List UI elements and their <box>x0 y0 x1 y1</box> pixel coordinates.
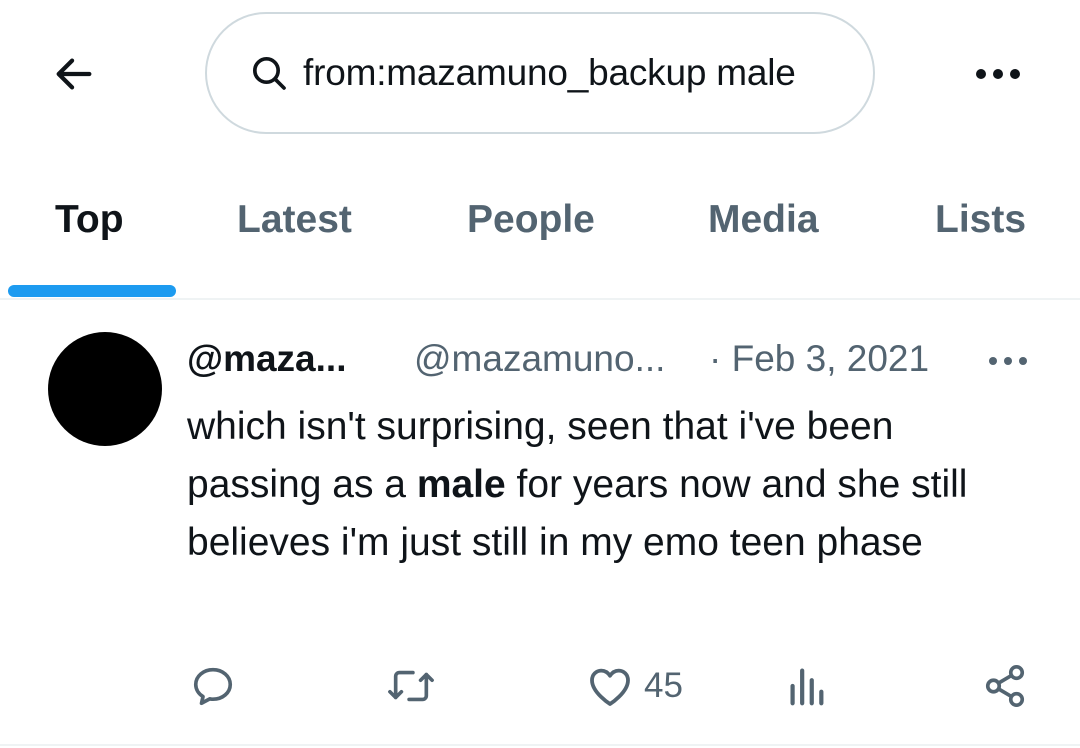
share-icon <box>985 665 1025 707</box>
tab-lists[interactable]: Lists <box>935 198 1026 242</box>
views-button[interactable] <box>786 658 826 714</box>
search-highlight: male <box>416 463 506 506</box>
search-query[interactable]: from:mazamuno_backup male <box>303 52 831 94</box>
search-tabs: Top Latest People Media Lists <box>0 180 1080 300</box>
top-bar: from:mazamuno_backup male <box>0 0 1080 150</box>
tweet-more-button[interactable] <box>984 346 1032 376</box>
views-chart-icon <box>790 668 824 706</box>
more-horizontal-icon <box>976 69 1020 79</box>
tab-latest[interactable]: Latest <box>237 198 352 242</box>
share-button[interactable] <box>982 658 1028 714</box>
heart-icon <box>590 668 630 706</box>
back-button[interactable] <box>48 48 100 100</box>
more-horizontal-icon <box>989 357 1027 365</box>
tab-media[interactable]: Media <box>708 198 819 242</box>
tweet[interactable]: @maza... @mazamuno... · Feb 3, 2021 whic… <box>0 300 1080 740</box>
tweet-date[interactable]: · Feb 3, 2021 <box>709 338 929 380</box>
avatar[interactable] <box>48 332 162 446</box>
display-name[interactable]: @maza... <box>187 338 346 380</box>
more-options-button[interactable] <box>970 54 1026 94</box>
user-handle[interactable]: @mazamuno... <box>414 338 665 380</box>
active-tab-indicator <box>8 285 176 297</box>
search-icon <box>249 53 289 93</box>
search-input[interactable]: from:mazamuno_backup male <box>205 12 875 134</box>
retweet-button[interactable] <box>385 658 437 714</box>
tweet-actions: 45 <box>0 658 1080 714</box>
tweet-header: @maza... @mazamuno... · Feb 3, 2021 <box>187 338 1047 386</box>
reply-button[interactable] <box>190 658 236 714</box>
reply-icon <box>193 667 233 706</box>
like-button[interactable]: 45 <box>586 658 683 714</box>
tab-people[interactable]: People <box>467 198 595 242</box>
retweet-icon <box>388 670 434 702</box>
tweet-text: which isn't surprising, seen that i've b… <box>187 398 1017 572</box>
divider <box>0 744 1080 746</box>
like-count: 45 <box>644 666 683 705</box>
tab-top[interactable]: Top <box>55 198 124 242</box>
arrow-left-icon <box>56 58 92 90</box>
